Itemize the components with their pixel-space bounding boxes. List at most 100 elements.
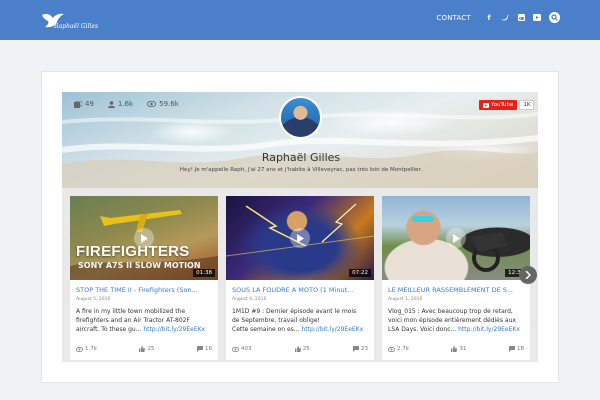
- chevron-right-icon: [525, 271, 531, 279]
- description-line: Vlog_015 : Avec beaucoup trop de retard,: [388, 308, 513, 315]
- channel-bio: Hey! Je m'appelle Raph, j'ai 27 ans et j…: [179, 167, 423, 173]
- videos-icon: [74, 100, 82, 108]
- description-line: firefighters and an Air Tractor AT-802F: [76, 317, 190, 324]
- description-text: LSA Days. Voici donc...: [388, 326, 457, 333]
- search-icon: [551, 14, 558, 21]
- carousel-next-button[interactable]: [519, 266, 537, 284]
- play-button[interactable]: [290, 228, 310, 248]
- subscriber-count-stat: 1.6k: [107, 100, 134, 108]
- subscriber-count: 1.6k: [117, 100, 134, 108]
- video-description: A fire in my little town mobilized the f…: [76, 307, 216, 334]
- video-comments-value: 23: [361, 346, 368, 352]
- play-icon: [297, 233, 304, 243]
- video-card[interactable]: 12:30 LE MEILLEUR RASSEMBLEMENT DE S... …: [382, 196, 530, 360]
- search-button[interactable]: [549, 12, 560, 23]
- play-icon: [141, 233, 148, 243]
- main-nav: CONTACT f: [436, 12, 560, 23]
- video-date: August 5, 2016: [76, 297, 111, 302]
- eye-icon: [147, 101, 157, 107]
- video-card[interactable]: 07:22 SOUS LA FOUDRE A MOTO (1 Minut... …: [226, 196, 374, 360]
- video-views-value: 2.7k: [397, 346, 409, 352]
- linkedin-icon[interactable]: [517, 14, 525, 22]
- video-likes: 31: [451, 346, 466, 352]
- eye-icon: [388, 346, 395, 352]
- video-thumbnail[interactable]: 07:22: [226, 196, 374, 280]
- description-line: A fire in my little town mobilized the: [76, 308, 186, 315]
- thumbs-up-icon: [139, 346, 146, 352]
- view-count: 59.6k: [159, 100, 179, 108]
- youtube-subscriber-count: 1K: [519, 100, 535, 110]
- description-line: 1M1D #9 : Dernier épisode avant le mois: [232, 308, 357, 315]
- video-likes: 25: [294, 346, 310, 352]
- video-stats: 403 25 23: [232, 346, 368, 352]
- description-line: LSA Days. Voici donc... http://bit.ly/29…: [388, 325, 528, 334]
- user-icon: [107, 100, 115, 108]
- video-likes-value: 25: [302, 346, 310, 352]
- description-line: de Septembre, travail oblige!: [232, 317, 320, 324]
- video-count: 49: [85, 100, 94, 108]
- video-likes: 25: [139, 346, 154, 352]
- logo-text: Raphaël Gilles: [54, 23, 99, 30]
- video-title-link[interactable]: STOP THE TIME II - Firefighters (Son...: [76, 286, 214, 294]
- youtube-subscribe-button[interactable]: YouTube: [479, 100, 518, 110]
- video-views-value: 1.7k: [85, 346, 97, 352]
- video-thumbnail[interactable]: 12:30: [382, 196, 530, 280]
- description-text: aircraft. To these gu...: [76, 326, 142, 333]
- description-line: aircraft. To these gu... http://bit.ly/2…: [76, 325, 216, 334]
- play-button[interactable]: [446, 228, 466, 248]
- video-thumbnail[interactable]: FIREFIGHTERS SONY A7S II SLOW MOTION 01:…: [70, 196, 218, 280]
- video-stats: 1.7k 25 16: [76, 346, 212, 352]
- video-description: Vlog_015 : Avec beaucoup trop de retard,…: [388, 307, 528, 334]
- video-views: 1.7k: [76, 346, 97, 352]
- eye-icon: [232, 346, 239, 352]
- description-link[interactable]: http://bit.ly/29EeEKx: [458, 326, 520, 333]
- video-stats: 2.7k 31 18: [388, 346, 524, 352]
- eye-icon: [76, 346, 83, 352]
- video-title-link[interactable]: LE MEILLEUR RASSEMBLEMENT DE S...: [388, 286, 526, 294]
- top-bar: Raphaël Gilles CONTACT f: [0, 0, 600, 40]
- play-button[interactable]: [134, 228, 154, 248]
- video-date: August 1, 2016: [388, 297, 423, 302]
- video-date: August 4, 2016: [232, 297, 267, 302]
- video-count-stat: 49: [74, 100, 94, 108]
- youtube-channel-widget: 49 1.6k 59.6k YouTube 1K Raphaël Gilles …: [41, 71, 559, 383]
- thumbnail-title: FIREFIGHTERS: [76, 243, 190, 260]
- description-link[interactable]: http://bit.ly/29EeEKx: [301, 326, 363, 333]
- video-views: 403: [232, 346, 252, 352]
- thumbs-up-icon: [451, 346, 458, 352]
- site-logo[interactable]: Raphaël Gilles: [40, 9, 98, 33]
- video-title-link[interactable]: SOUS LA FOUDRE A MOTO (1 Minut...: [232, 286, 370, 294]
- channel-name: Raphaël Gilles: [261, 151, 341, 164]
- comment-icon: [509, 346, 515, 352]
- video-duration: 07:22: [349, 269, 371, 277]
- twitter-icon[interactable]: [501, 14, 509, 22]
- description-line: Cette semaine on es... http://bit.ly/29E…: [232, 325, 372, 334]
- description-link[interactable]: http://bit.ly/29EeEKx: [143, 326, 205, 333]
- description-text: Cette semaine on es...: [232, 326, 300, 333]
- thumbnail-subtitle: SONY A7S II SLOW MOTION: [78, 261, 201, 270]
- video-views: 2.7k: [388, 346, 409, 352]
- youtube-icon[interactable]: [533, 14, 541, 22]
- video-comments: 23: [353, 346, 368, 352]
- video-description: 1M1D #9 : Dernier épisode avant le mois …: [232, 307, 372, 334]
- video-duration: 01:38: [193, 269, 215, 277]
- video-comments-value: 18: [517, 346, 524, 352]
- nav-contact-link[interactable]: CONTACT: [436, 14, 471, 22]
- video-likes-value: 25: [147, 346, 155, 352]
- video-comments: 16: [197, 346, 212, 352]
- view-count-stat: 59.6k: [147, 100, 179, 108]
- comment-icon: [197, 346, 203, 352]
- description-line: voici mon épisode entièrement dédiés aux: [388, 317, 516, 324]
- thumbs-up-icon: [294, 346, 301, 352]
- channel-avatar[interactable]: [279, 96, 322, 139]
- comment-icon: [353, 346, 359, 352]
- video-views-value: 403: [241, 346, 252, 352]
- facebook-icon[interactable]: f: [485, 14, 493, 22]
- youtube-subscribe: YouTube 1K: [479, 100, 535, 110]
- video-comments-value: 16: [205, 346, 212, 352]
- video-likes-value: 31: [459, 346, 467, 352]
- video-comments: 18: [509, 346, 524, 352]
- play-icon: [453, 233, 460, 243]
- channel-stats: 49 1.6k 59.6k: [74, 100, 179, 108]
- video-card[interactable]: FIREFIGHTERS SONY A7S II SLOW MOTION 01:…: [70, 196, 218, 360]
